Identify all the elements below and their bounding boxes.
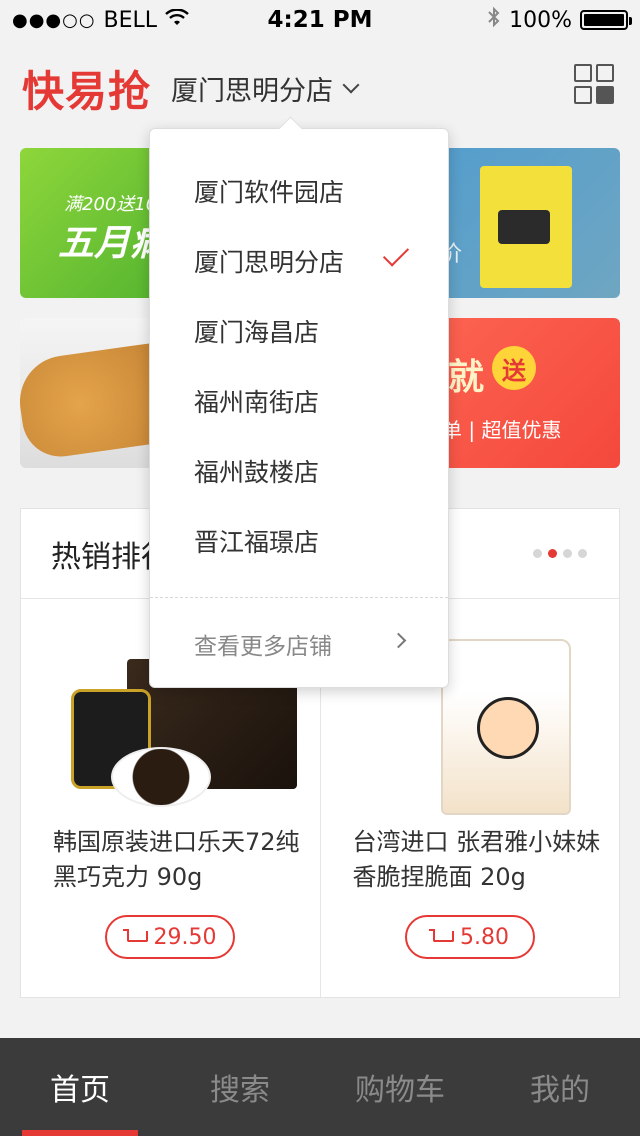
bluetooth-icon	[487, 6, 501, 34]
cart-icon	[122, 929, 148, 945]
battery-icon	[580, 10, 632, 30]
app-logo: 快易抢	[22, 66, 152, 116]
store-selector[interactable]: 厦门思明分店	[171, 69, 360, 108]
product-price: 5.80	[460, 924, 509, 950]
store-option-label: 厦门海昌店	[194, 318, 320, 347]
product-name: 台湾进口 张君雅小妹妹香脆捏脆面 20g	[352, 828, 601, 891]
cart-icon	[429, 929, 454, 945]
pager-dot[interactable]	[578, 549, 587, 558]
store-option[interactable]: 晋江福璟店	[194, 523, 319, 559]
chevron-right-icon	[390, 632, 407, 649]
promo-banner-subtitle: 满200送10	[64, 194, 158, 215]
battery-percent: 100%	[509, 7, 572, 33]
store-option[interactable]: 福州南街店	[194, 383, 319, 419]
signal-strength: ●●●○○	[12, 9, 96, 31]
add-to-cart-button[interactable]: 29.50	[105, 915, 235, 959]
pager-dot-active[interactable]	[548, 549, 557, 558]
store-option-label: 厦门软件园店	[194, 178, 345, 207]
tab-cart[interactable]: 购物车	[320, 1038, 480, 1136]
store-option-label: 福州南街店	[194, 388, 320, 417]
current-store-label: 厦门思明分店	[171, 75, 334, 107]
store-option-selected[interactable]: 厦门思明分店	[194, 243, 448, 279]
store-option[interactable]: 福州鼓楼店	[194, 453, 319, 489]
tab-home[interactable]: 首页	[0, 1038, 160, 1136]
store-option-label: 福州鼓楼店	[194, 458, 320, 487]
product-name: 韩国原装进口乐天72纯黑巧克力 90g	[53, 828, 300, 891]
wifi-icon	[165, 7, 189, 33]
add-to-cart-button[interactable]: 5.80	[404, 915, 535, 959]
dropdown-divider	[150, 597, 448, 598]
more-stores-link[interactable]: 查看更多店铺	[194, 627, 332, 661]
delivery-banner-subtitle: 单 | 超值优惠	[442, 418, 562, 442]
pager-dot[interactable]	[563, 549, 572, 558]
grid-menu-icon[interactable]	[574, 64, 614, 104]
chevron-down-icon	[342, 76, 360, 94]
carrier-name: BELL	[103, 7, 158, 33]
status-bar: ●●●○○ BELL 4:21 PM 100%	[0, 0, 640, 40]
store-dropdown: 厦门软件园店 厦门思明分店 厦门海昌店 福州南街店 福州鼓楼店 晋江福璟店 查看…	[149, 128, 449, 688]
carousel-pager[interactable]	[533, 549, 587, 558]
product-price: 29.50	[153, 924, 217, 950]
snack-package-image	[480, 166, 572, 288]
store-option-label: 厦门思明分店	[194, 248, 345, 277]
app-header: 快易抢 厦门思明分店	[0, 48, 640, 128]
store-option[interactable]: 厦门海昌店	[194, 313, 319, 349]
delivery-badge: 送	[492, 346, 536, 390]
store-option[interactable]: 厦门软件园店	[194, 173, 344, 209]
pager-dot[interactable]	[533, 549, 542, 558]
tab-profile[interactable]: 我的	[480, 1038, 640, 1136]
bottom-tab-bar: 首页 搜索 购物车 我的	[0, 1038, 640, 1136]
tab-search[interactable]: 搜索	[160, 1038, 320, 1136]
delivery-banner-title: 就	[448, 357, 485, 398]
store-option-label: 晋江福璟店	[194, 528, 320, 557]
